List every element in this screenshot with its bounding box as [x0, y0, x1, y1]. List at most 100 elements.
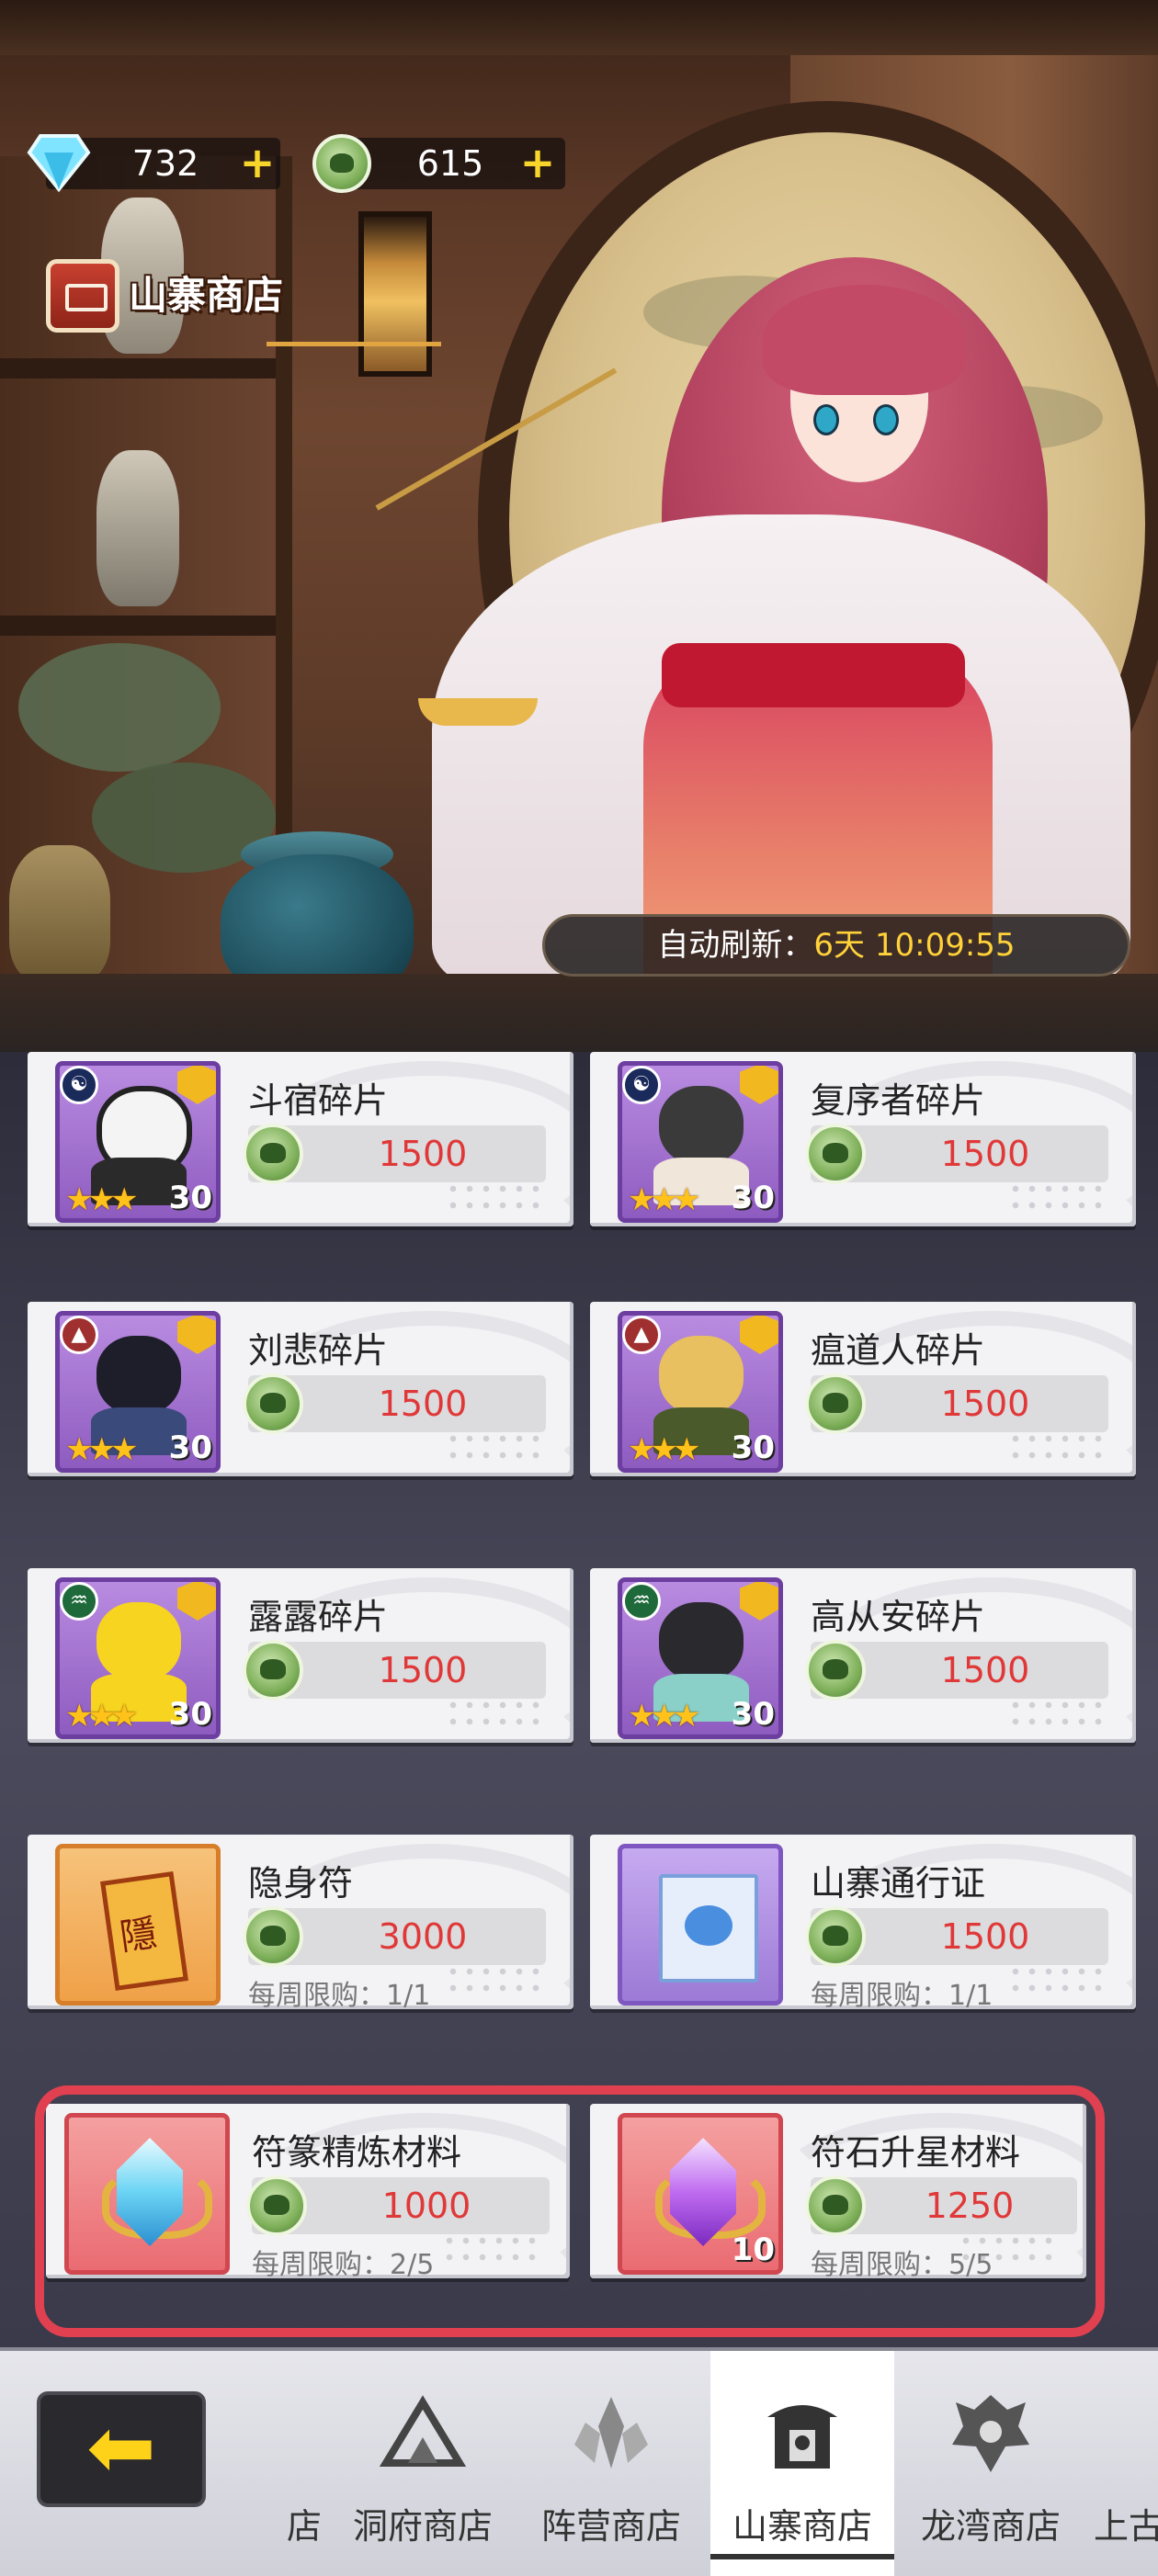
plant-leaf	[18, 643, 221, 772]
item-price: 1500	[940, 1916, 1030, 1957]
shop-banner: 732 + 615 + 山寨商店 自动刷新：6天 10:09:55	[0, 0, 1158, 1052]
faction-icon: ▲	[622, 1316, 661, 1354]
tab-partial-right[interactable]: 上古	[1094, 2351, 1158, 2576]
dragon-icon	[952, 2395, 1029, 2472]
item-portrait	[618, 1844, 783, 2005]
star-rating: ★★★	[65, 1181, 138, 1218]
frog-coin-icon	[243, 1640, 303, 1700]
refresh-label: 自动刷新：	[657, 927, 814, 964]
frog-coin-icon	[243, 1124, 303, 1184]
star-rating: ★★★	[65, 1698, 138, 1734]
tab-dragon-bay-shop[interactable]: 龙湾商店	[899, 2351, 1083, 2576]
shop-item-card[interactable]: ☯ ★★★ 30 复序者碎片 1500	[590, 1052, 1136, 1226]
fortress-icon	[767, 2405, 837, 2469]
faction-icon: ♒	[622, 1582, 661, 1621]
shop-item-card[interactable]: ☯ ★★★ 30 斗宿碎片 1500	[28, 1052, 573, 1226]
item-quantity: 30	[168, 1696, 212, 1733]
item-portrait: ♒ ★★★ 30	[55, 1577, 221, 1739]
item-name: 复序者碎片	[811, 1080, 986, 1121]
item-portrait: ☯ ★★★ 30	[55, 1061, 221, 1223]
add-diamond-button[interactable]: +	[239, 141, 276, 184]
pass-icon	[659, 1874, 758, 1983]
faction-icon: ☯	[622, 1066, 661, 1104]
diamond-icon	[27, 134, 91, 193]
item-portrait: ♒ ★★★ 30	[618, 1577, 783, 1739]
diamond-amount: 732	[131, 143, 199, 184]
tab-faction-shop[interactable]: 阵营商店	[519, 2351, 703, 2576]
shop-item-card[interactable]: ▲ ★★★ 30 瘟道人碎片 1500	[590, 1302, 1136, 1476]
shop-item-card[interactable]: ▲ ★★★ 30 刘悲碎片 1500	[28, 1302, 573, 1476]
tab-label: 龙湾商店	[920, 2506, 1061, 2547]
item-price: 1500	[378, 1134, 468, 1174]
shop-item-card[interactable]: 隐身符 3000 每周限购：1/1	[28, 1835, 573, 2009]
item-price: 1500	[940, 1134, 1030, 1174]
frog-coin-icon	[243, 1906, 303, 1967]
price-button[interactable]: 1500	[805, 1124, 1108, 1184]
refresh-countdown: 6天 10:09:55	[813, 927, 1016, 964]
item-portrait	[55, 1844, 221, 2005]
highlight-outline	[35, 2085, 1105, 2337]
bottom-nav: ⬅ 店 洞府商店 阵营商店 山寨商店 龙湾商店 上古	[0, 2347, 1158, 2576]
price-button[interactable]: 1500	[243, 1124, 546, 1184]
item-name: 瘟道人碎片	[811, 1330, 986, 1371]
tab-partial-left[interactable]: 店	[211, 2351, 322, 2576]
item-name: 高从安碎片	[811, 1597, 986, 1637]
item-price: 1500	[940, 1384, 1030, 1424]
crystal-emblem-icon	[574, 2397, 648, 2469]
frog-coin-icon	[805, 1373, 866, 1434]
faction-icon: ♒	[60, 1582, 98, 1621]
shop-emblem-icon	[46, 259, 119, 333]
item-price: 1500	[378, 1384, 468, 1424]
frog-coin-icon	[243, 1373, 303, 1434]
item-quantity: 30	[731, 1696, 775, 1733]
faction-icon: ▲	[60, 1316, 98, 1354]
medal-icon	[740, 1316, 778, 1354]
item-name: 刘悲碎片	[248, 1330, 389, 1371]
purchase-limit: 每周限购：1/1	[248, 1980, 431, 2009]
item-portrait: ☯ ★★★ 30	[618, 1061, 783, 1223]
back-arrow-button[interactable]: ⬅	[37, 2391, 206, 2507]
price-button[interactable]: 1500	[243, 1373, 546, 1434]
item-portrait: ▲ ★★★ 30	[618, 1311, 783, 1473]
item-quantity: 30	[168, 1429, 212, 1466]
shop-item-card[interactable]: 山寨通行证 1500 每周限购：1/1	[590, 1835, 1136, 2009]
talisman-icon	[100, 1871, 188, 1991]
item-quantity: 30	[168, 1180, 212, 1216]
star-rating: ★★★	[628, 1181, 700, 1218]
item-quantity: 30	[731, 1180, 775, 1216]
purchase-limit: 每周限购：1/1	[811, 1980, 993, 2009]
lantern	[358, 211, 432, 377]
tab-label: 洞府商店	[352, 2506, 493, 2547]
frog-coin-icon	[312, 134, 371, 193]
shop-item-card[interactable]: ♒ ★★★ 30 高从安碎片 1500	[590, 1568, 1136, 1743]
price-button[interactable]: 1500	[243, 1640, 546, 1700]
counter	[0, 974, 1158, 1052]
medal-icon	[740, 1066, 778, 1104]
tab-label: 山寨商店	[732, 2506, 872, 2547]
add-frog-coin-button[interactable]: +	[519, 141, 556, 184]
frog-coin-amount: 615	[416, 143, 484, 184]
faction-icon: ☯	[60, 1066, 98, 1104]
price-button[interactable]: 1500	[805, 1640, 1108, 1700]
vase	[96, 450, 179, 606]
frog-coin-icon	[805, 1124, 866, 1184]
character-bangs	[763, 285, 965, 395]
tab-cave-shop[interactable]: 洞府商店	[331, 2351, 515, 2576]
tab-fortress-shop[interactable]: 山寨商店	[710, 2351, 894, 2576]
item-price: 3000	[378, 1916, 468, 1957]
item-name: 露露碎片	[248, 1597, 389, 1637]
star-rating: ★★★	[65, 1431, 138, 1468]
star-rating: ★★★	[628, 1698, 700, 1734]
character-sash	[662, 643, 965, 707]
shop-item-card[interactable]: ♒ ★★★ 30 露露碎片 1500	[28, 1568, 573, 1743]
price-button[interactable]: 3000	[243, 1906, 546, 1967]
scale-pan	[418, 698, 538, 726]
item-name: 山寨通行证	[811, 1863, 986, 1904]
item-price: 1500	[940, 1650, 1030, 1690]
ceiling-beam	[0, 0, 1158, 55]
item-quantity: 30	[731, 1429, 775, 1466]
price-button[interactable]: 1500	[805, 1373, 1108, 1434]
frog-coin-icon	[805, 1640, 866, 1700]
cave-icon	[379, 2395, 467, 2467]
price-button[interactable]: 1500	[805, 1906, 1108, 1967]
